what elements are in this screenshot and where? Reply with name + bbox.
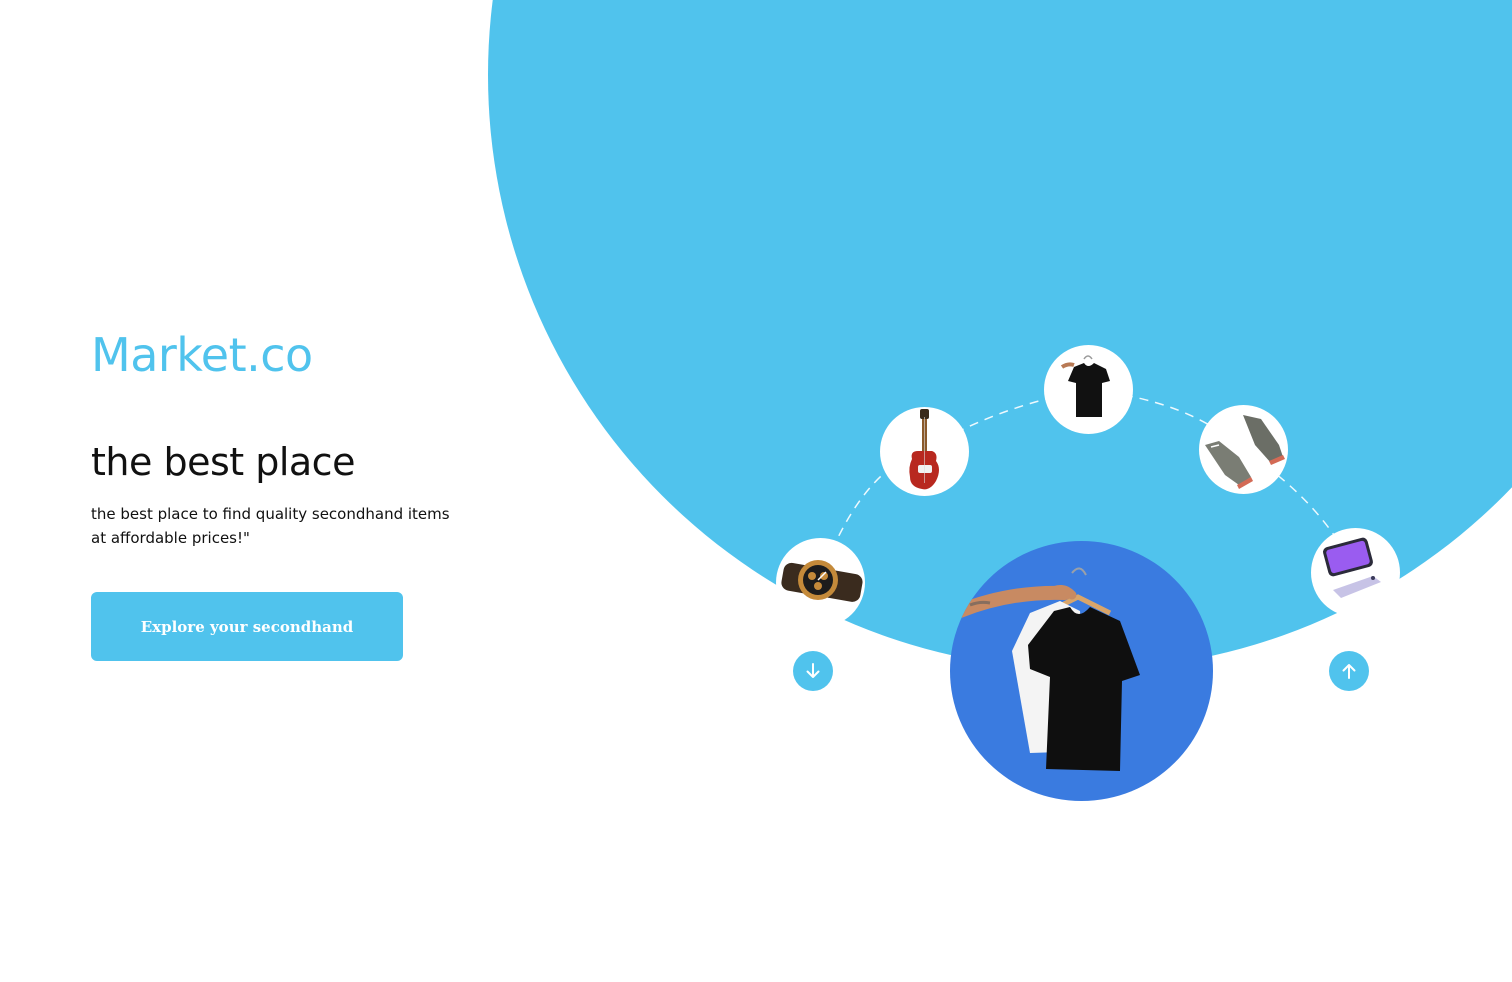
featured-item[interactable] [950, 541, 1213, 801]
hero-headline: the best place [91, 440, 355, 484]
carousel-item-phone[interactable] [1311, 528, 1400, 617]
carousel-item-guitar[interactable] [880, 407, 969, 496]
carousel-item-watch[interactable] [776, 538, 865, 627]
sneakers-icon [1205, 415, 1285, 489]
guitar-icon [909, 409, 939, 490]
landing-page: Market.co the best place the best place … [0, 0, 1512, 982]
carousel-prev-button[interactable] [793, 651, 833, 691]
hero-tagline: the best place to find quality secondhan… [91, 505, 450, 547]
tshirt-hanger-icon [953, 567, 1140, 771]
phone-icon [1323, 537, 1381, 598]
carousel-next-button[interactable] [1329, 651, 1369, 691]
carousel-item-tshirt[interactable] [1044, 345, 1133, 434]
watch-icon [781, 560, 863, 602]
carousel-item-sneakers[interactable] [1199, 405, 1288, 494]
explore-button[interactable]: Explore your secondhand [91, 592, 403, 661]
tshirt-icon [1060, 355, 1110, 417]
brand-logo[interactable]: Market.co [91, 328, 313, 382]
arrow-up-icon [1342, 664, 1356, 679]
arrow-down-icon [806, 663, 820, 678]
